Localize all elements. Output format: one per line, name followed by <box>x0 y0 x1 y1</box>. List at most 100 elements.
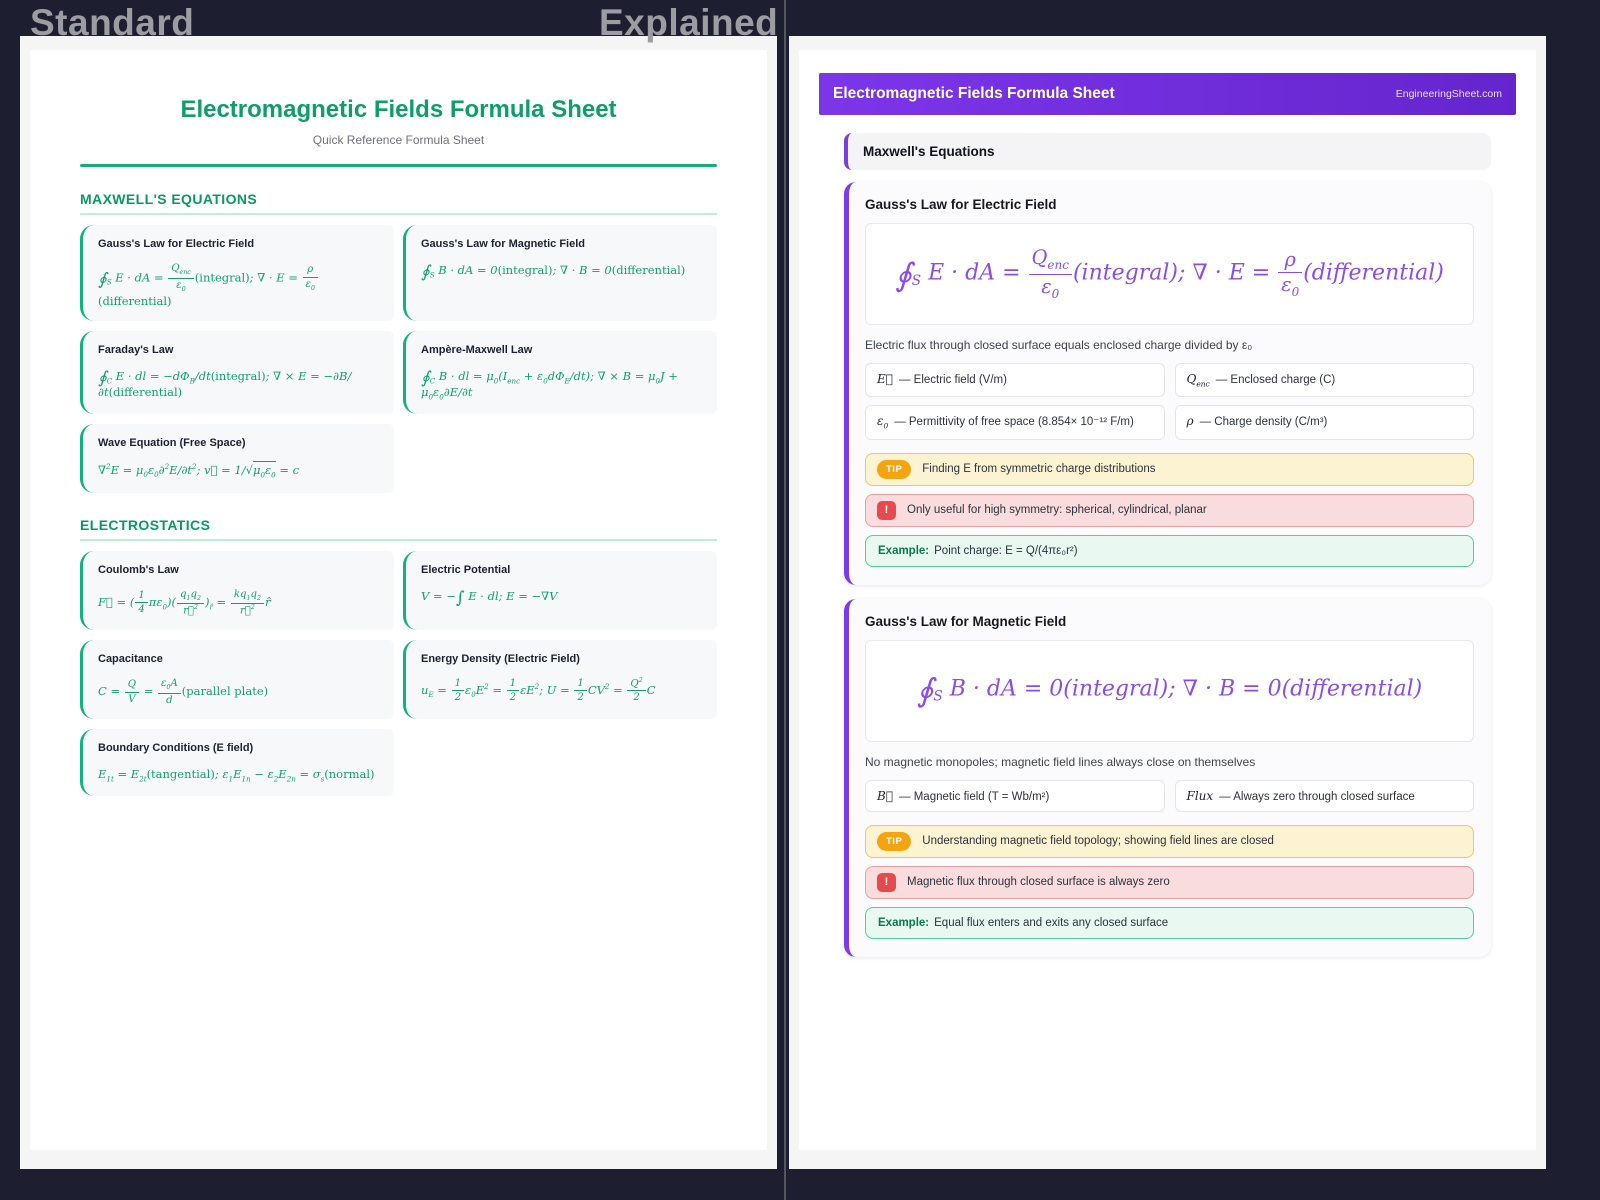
tip-text: Finding E from symmetric charge distribu… <box>922 463 1156 476</box>
formula-card-title: Capacitance <box>98 652 163 665</box>
tip-note: TIP Finding E from symmetric charge dist… <box>865 452 1474 486</box>
formula-expression: ∮S B · dA = 0(integral); ∇ · B = 0(diffe… <box>421 262 686 281</box>
formula-expression: V = −∫ E · dl; E = −∇V <box>421 587 558 607</box>
example-text: Equal flux enters and exits any closed s… <box>934 916 1169 929</box>
formula-card-title: Electric Potential <box>421 563 511 576</box>
variable-meaning: — Charge density (C/m³) <box>1199 416 1328 429</box>
variable-meaning: — Permittivity of free space (8.854× 10⁻… <box>894 416 1134 429</box>
sheet-subtitle: Quick Reference Formula Sheet <box>312 133 485 147</box>
variable-box: B⃗ — Magnetic field (T = Wb/m²) <box>865 779 1165 812</box>
formula-card-title: Gauss's Law for Electric Field <box>98 238 255 250</box>
formula-card: Gauss's Law for Electric Field ∮S E · dA… <box>80 225 394 321</box>
variable-meaning: — Enclosed charge (C) <box>1215 374 1336 386</box>
formula-card: Energy Density (Electric Field) uE = 12ε… <box>403 639 717 720</box>
tip-badge: TIP <box>877 831 912 851</box>
card-description: Electric flux through closed surface equ… <box>865 338 1253 352</box>
variable-meaning: — Electric field (V/m) <box>898 374 1007 386</box>
standard-page: Electromagnetic Fields Formula Sheet Qui… <box>30 50 767 1150</box>
section-heading: ELECTROSTATICS <box>80 517 717 541</box>
variable-grid: E⃗ — Electric field (V/m) Qenc — Enclose… <box>865 363 1474 440</box>
formula-card: Coulomb's Law F⃗ = (1 4 πε0)(q1q2 r⃗2)r̂ = … <box>80 550 394 630</box>
formula-card-title: Coulomb's Law <box>98 563 179 576</box>
explained-card: Gauss's Law for Magnetic Field ∮S B · dA… <box>844 598 1491 957</box>
sheet-title: Electromagnetic Fields Formula Sheet <box>180 96 617 123</box>
variable-box: ε0 — Permittivity of free space (8.854× … <box>865 405 1165 440</box>
formula-expression: uE = 1 2 ε0E2 = 1 2 εE2; U = 1 2 CV2 = Q2 2 C <box>421 676 656 704</box>
example-text: Point charge: E = Q/(4πε₀r²) <box>934 544 1078 557</box>
formula-card-title: Gauss's Law for Magnetic Field <box>421 238 585 250</box>
formula-card: Electric Potential V = −∫ E · dl; E = −∇… <box>403 550 717 630</box>
explained-cards: Gauss's Law for Electric Field ∮S E · dA… <box>799 182 1536 957</box>
warning-note: ! Magnetic flux through closed surface i… <box>865 865 1474 899</box>
explained-panel: Electromagnetic Fields Formula Sheet Eng… <box>789 36 1546 1169</box>
formula-grid: Coulomb's Law F⃗ = (1 4 πε0)(q1q2 r⃗2)r̂ = … <box>80 550 717 797</box>
explained-card-title: Gauss's Law for Magnetic Field <box>865 613 1067 629</box>
formula-card: Faraday's Law ∮C E · dl = −dΦB/dt(integr… <box>80 330 394 415</box>
purple-header: Electromagnetic Fields Formula Sheet Eng… <box>819 73 1516 115</box>
formula-card: Gauss's Law for Magnetic Field ∮S B · dA… <box>403 225 717 321</box>
variable-box: ρ — Charge density (C/m³) <box>1174 405 1474 440</box>
example-label: Example: <box>878 544 930 557</box>
formula-card: Ampère-Maxwell Law ∮C B · dl = μ0(Ienc +… <box>403 330 717 415</box>
header-title: Electromagnetic Fields Formula Sheet <box>833 85 1115 102</box>
tip-note: TIP Understanding magnetic field topolog… <box>865 824 1474 858</box>
warning-icon: ! <box>877 500 896 520</box>
variable-box: Flux — Always zero through closed surfac… <box>1174 779 1474 812</box>
warning-note: ! Only useful for high symmetry: spheric… <box>865 493 1474 527</box>
variable-symbol: ε0 <box>877 414 889 431</box>
panel-divider <box>784 0 786 1200</box>
formula-sections: MAXWELL'S EQUATIONS Gauss's Law for Elec… <box>30 191 767 797</box>
equation: ∮S B · dA = 0(integral); ∇ · B = 0(diffe… <box>916 671 1423 710</box>
tip-text: Understanding magnetic field topology; s… <box>922 835 1274 848</box>
equation: ∮S E · dA = Qenc ε0 (integral); ∇ · E = ρε… <box>895 246 1444 301</box>
formula-expression: F⃗ = (1 4 πε0)(q1q2 r⃗2)r̂ = kq1q2 r⃗2 r̂ <box>98 588 271 617</box>
variable-symbol: ρ <box>1186 414 1194 429</box>
section-heading: MAXWELL'S EQUATIONS <box>80 191 717 215</box>
equation-box: ∮S E · dA = Qenc ε0 (integral); ∇ · E = ρε… <box>865 223 1474 325</box>
formula-card-title: Energy Density (Electric Field) <box>421 652 580 665</box>
header-brand: EngineeringSheet.com <box>1395 88 1502 100</box>
formula-card-title: Wave Equation (Free Space) <box>98 437 246 450</box>
variable-box: E⃗ — Electric field (V/m) <box>865 363 1165 398</box>
standard-panel: Electromagnetic Fields Formula Sheet Qui… <box>20 36 777 1169</box>
warning-icon: ! <box>877 872 896 892</box>
explained-page: Electromagnetic Fields Formula Sheet Eng… <box>799 50 1536 1150</box>
example-note: Example: Point charge: E = Q/(4πε₀r²) <box>865 534 1474 567</box>
variable-symbol: B⃗ <box>877 788 894 803</box>
variable-symbol: Flux <box>1186 788 1214 803</box>
explained-card: Gauss's Law for Electric Field ∮S E · dA… <box>844 182 1491 585</box>
variable-box: Qenc — Enclosed charge (C) <box>1174 363 1474 398</box>
variable-symbol: Qenc <box>1186 372 1210 389</box>
example-label: Example: <box>878 916 930 929</box>
formula-card-title: Boundary Conditions (E field) <box>98 742 254 755</box>
formula-expression: ∮C E · dl = −dΦB/dt(integral); ∇ × E = −… <box>98 367 352 400</box>
formula-grid: Gauss's Law for Electric Field ∮S E · dA… <box>80 225 717 493</box>
formula-card: Capacitance C = QV = ε0A d (parallel plate… <box>80 639 394 720</box>
formula-section: MAXWELL'S EQUATIONS Gauss's Law for Elec… <box>30 191 767 493</box>
warning-text: Magnetic flux through closed surface is … <box>907 876 1170 889</box>
variable-meaning: — Magnetic field (T = Wb/m²) <box>899 790 1050 803</box>
explained-card-title: Gauss's Law for Electric Field <box>865 197 1057 212</box>
example-note: Example: Equal flux enters and exits any… <box>865 906 1474 939</box>
formula-expression: ∮C B · dl = μ0(Ienc + ε0dΦE/dt); ∇ × B =… <box>421 367 678 402</box>
formula-expression: C = QV = ε0A d (parallel plate) <box>98 677 269 706</box>
formula-card: Boundary Conditions (E field) E1t = E2t(… <box>80 729 394 797</box>
formula-section: ELECTROSTATICS Coulomb's Law F⃗ = (1 4 πε0… <box>30 517 767 797</box>
formula-card-title: Ampère-Maxwell Law <box>421 343 533 356</box>
formula-expression: ∮S E · dA = Qenc ε0 (integral); ∇ · E = ρε… <box>98 263 379 308</box>
tip-badge: TIP <box>877 459 912 479</box>
panel-label-explained: Explained <box>599 2 779 43</box>
variable-meaning: — Always zero through closed surface <box>1219 790 1415 803</box>
card-description: No magnetic monopoles; magnetic field li… <box>865 754 1256 769</box>
formula-expression: E1t = E2t(tangential); ε1E1n − ε2E2n = σ… <box>98 767 375 784</box>
section-chip: Maxwell's Equations <box>844 133 1491 170</box>
formula-card-title: Faraday's Law <box>98 343 174 356</box>
warning-text: Only useful for high symmetry: spherical… <box>907 504 1207 517</box>
equation-box: ∮S B · dA = 0(integral); ∇ · B = 0(diffe… <box>865 639 1474 742</box>
formula-expression: ∇2E = μ0ε0∂2E/∂t2; v⃗ = 1/√μ0ε0 = c <box>98 461 300 480</box>
formula-card: Wave Equation (Free Space) ∇2E = μ0ε0∂2E… <box>80 424 394 493</box>
panel-label-standard: Standard <box>30 2 195 43</box>
title-rule <box>80 164 717 167</box>
variable-grid: B⃗ — Magnetic field (T = Wb/m²) Flux — A… <box>865 779 1474 812</box>
variable-symbol: E⃗ <box>877 372 893 386</box>
